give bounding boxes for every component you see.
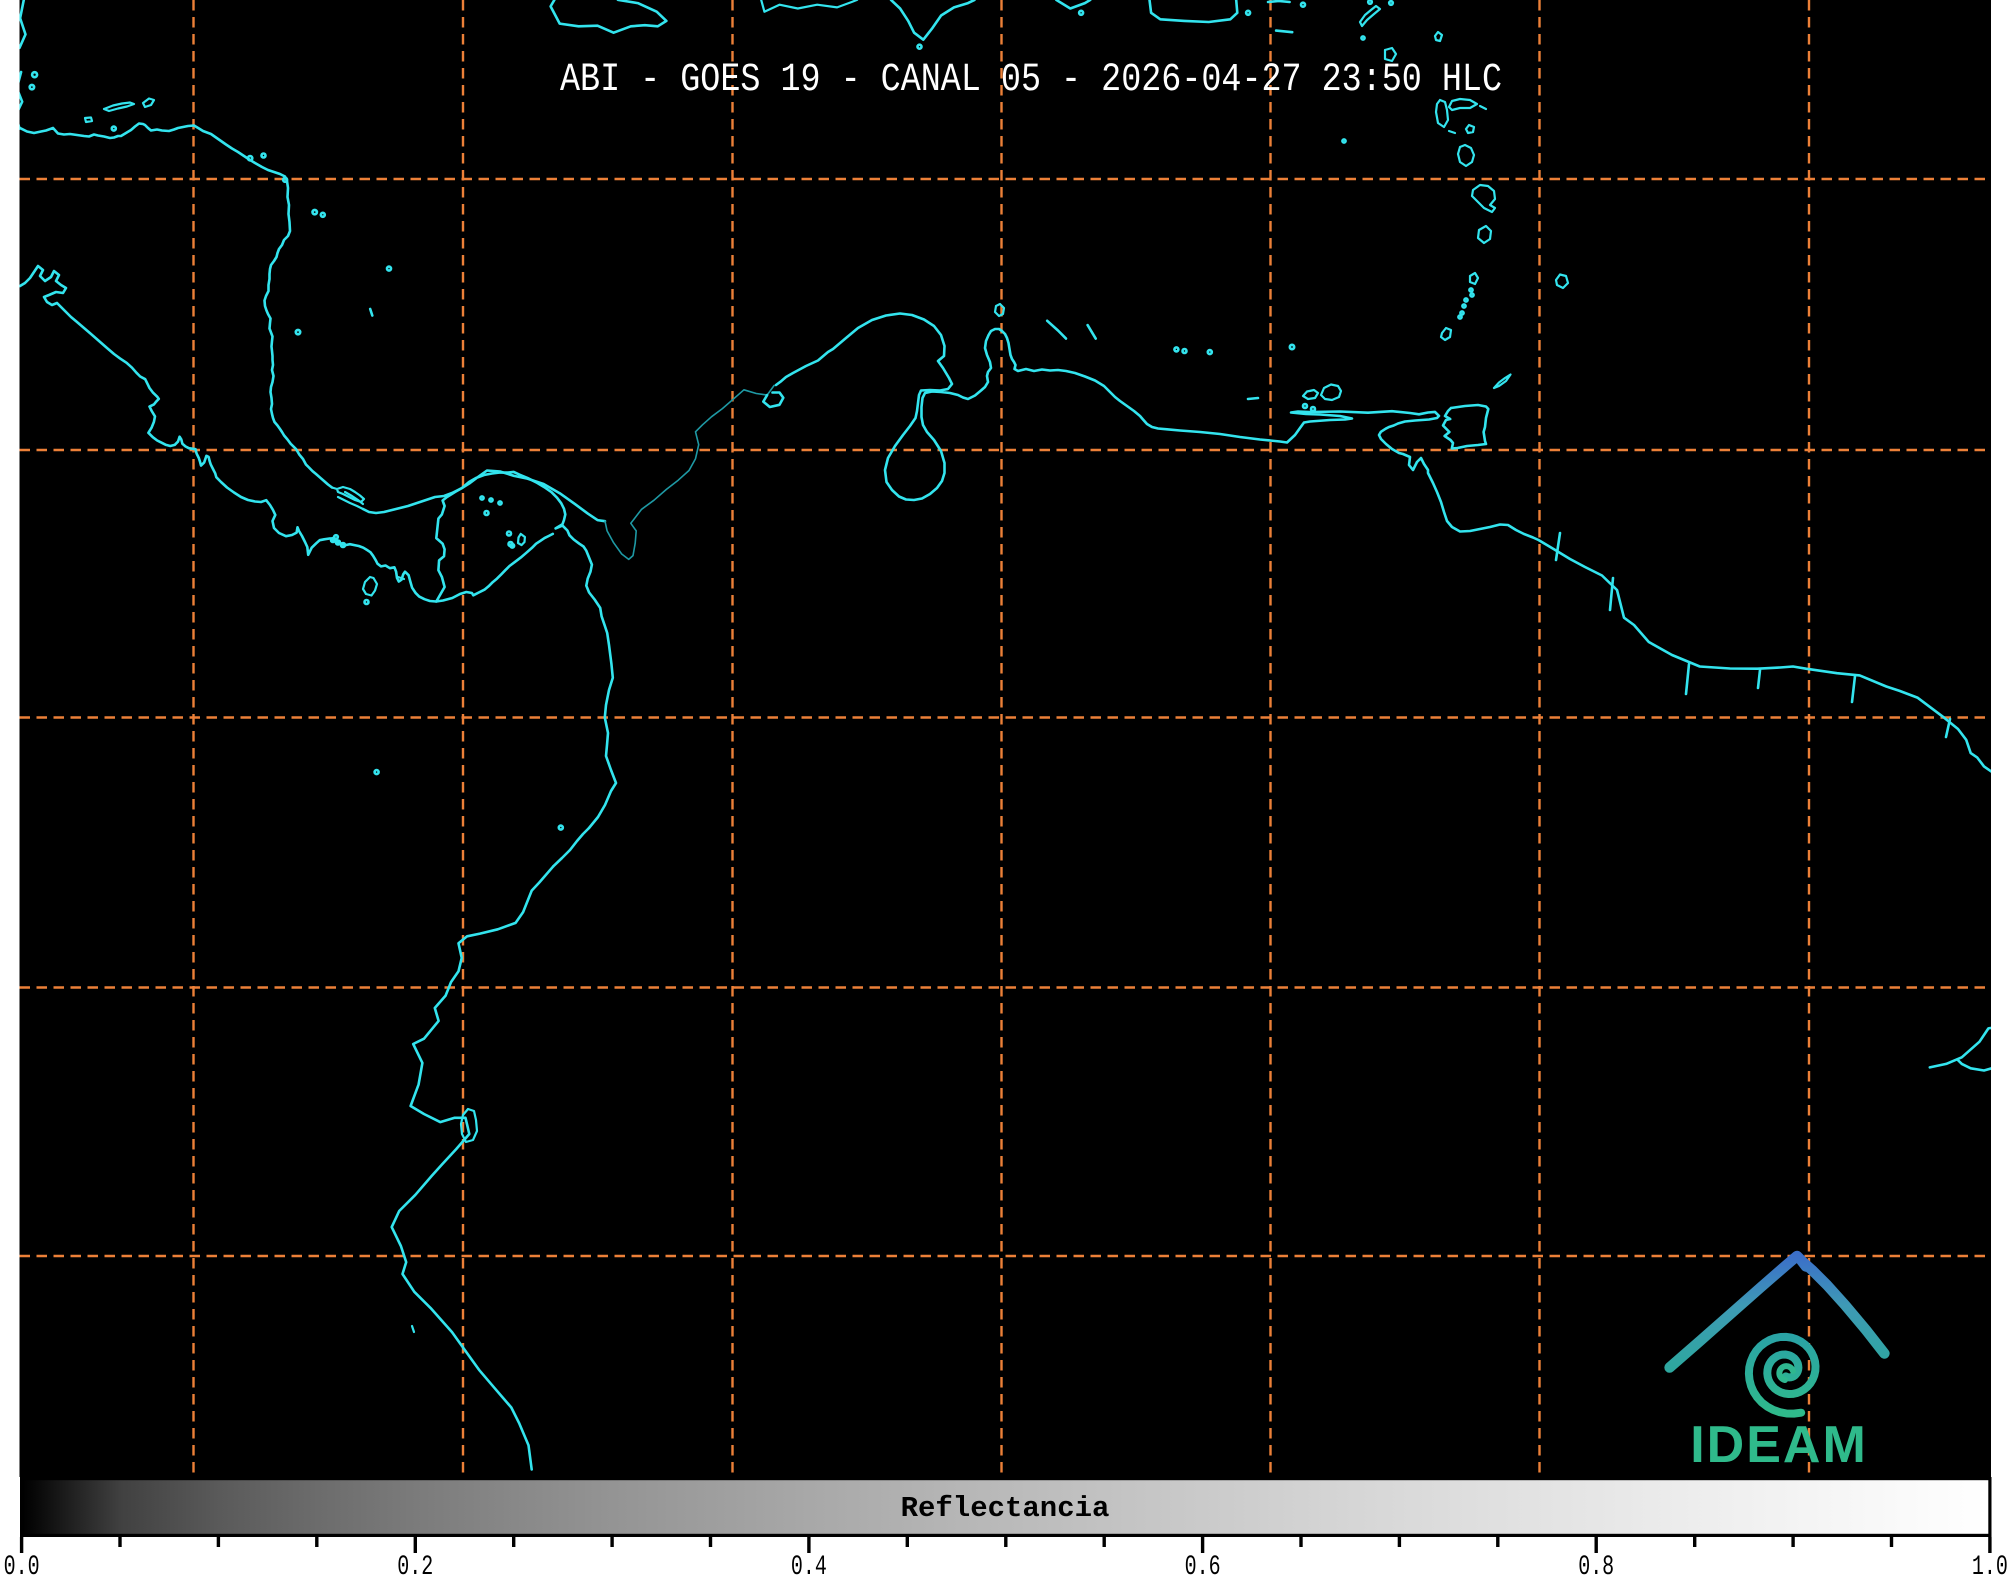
svg-text:0.8: 0.8 [1578,1552,1614,1577]
svg-text:IDEAM: IDEAM [1690,1416,1868,1474]
svg-text:0.4: 0.4 [791,1552,827,1577]
svg-text:0.6: 0.6 [1185,1552,1221,1577]
svg-text:0.0: 0.0 [4,1552,40,1577]
svg-text:Reflectancia: Reflectancia [901,1492,1110,1525]
svg-text:ABI - GOES 19 - CANAL 05 - 202: ABI - GOES 19 - CANAL 05 - 2026-04-27 23… [560,58,1502,103]
svg-text:0.2: 0.2 [397,1552,433,1577]
svg-text:1.0: 1.0 [1972,1552,2008,1577]
